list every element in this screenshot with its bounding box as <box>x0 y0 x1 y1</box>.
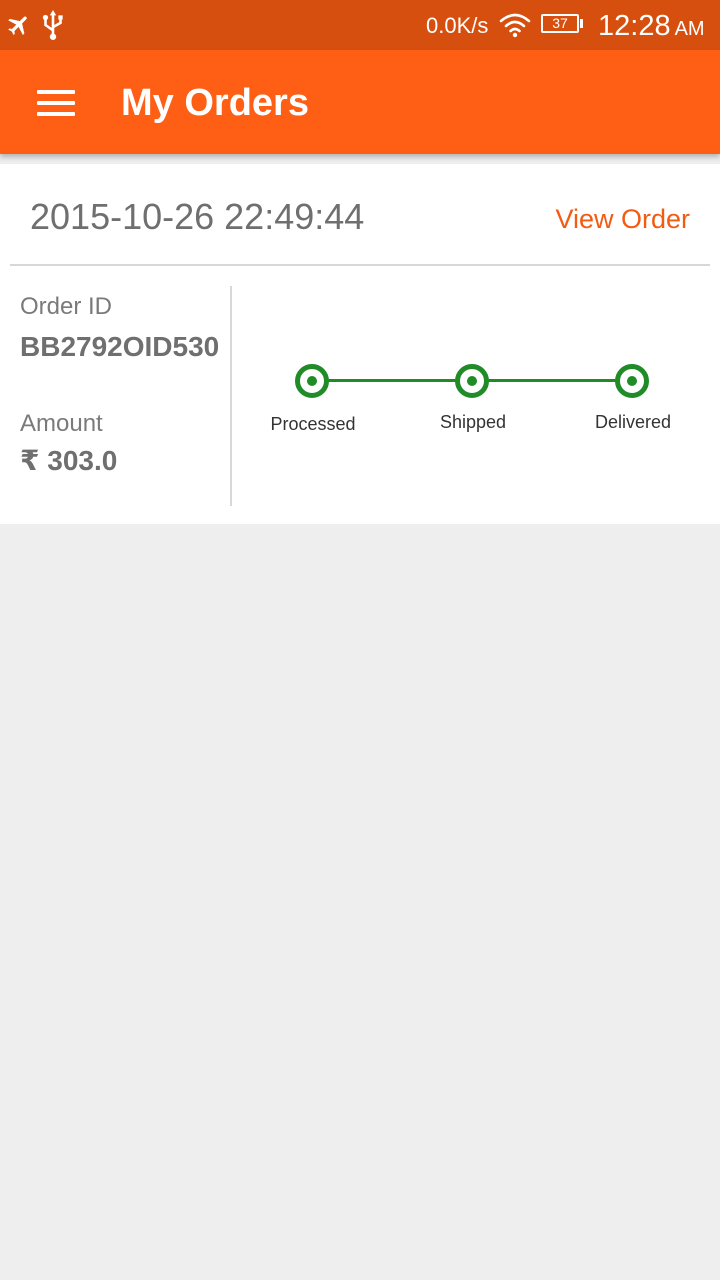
clock-ampm: AM <box>674 18 705 40</box>
status-clock: 12:28 AM <box>598 9 705 46</box>
step-shipped-icon <box>455 364 489 398</box>
track-line-shipped-delivered <box>472 379 632 382</box>
battery-icon: 37 <box>541 14 579 33</box>
view-order-link[interactable]: View Order <box>555 202 690 236</box>
usb-icon <box>42 10 63 40</box>
order-date: 2015-10-26 22:49:44 <box>30 196 365 237</box>
step-delivered-icon <box>615 364 649 398</box>
order-id-value: BB2792OID530 <box>20 331 220 362</box>
app-bar: My Orders <box>0 50 720 154</box>
battery-tip <box>580 19 583 28</box>
vertical-divider <box>230 286 232 506</box>
order-card[interactable]: 2015-10-26 22:49:44 View Order Order ID … <box>0 164 720 524</box>
amount-value: ₹ 303.0 <box>20 445 118 476</box>
order-status-tracker: Processed Shipped Delivered <box>240 354 710 444</box>
airplane-icon <box>8 16 27 35</box>
card-divider <box>10 264 710 266</box>
wifi-icon <box>499 13 531 38</box>
hamburger-menu-icon[interactable] <box>26 80 86 124</box>
track-line-processed-shipped <box>312 379 472 382</box>
status-bar: 0.0K/s 37 12:28 AM <box>0 0 720 50</box>
network-speed: 0.0K/s <box>426 13 489 38</box>
step-processed-label: Processed <box>270 414 356 434</box>
step-processed-icon <box>295 364 329 398</box>
step-delivered-label: Delivered <box>594 412 672 432</box>
step-shipped-label: Shipped <box>439 412 507 432</box>
order-id-label: Order ID <box>20 293 113 320</box>
amount-label: Amount <box>20 410 103 437</box>
page-title: My Orders <box>121 82 309 124</box>
clock-time: 12:28 <box>598 10 671 42</box>
